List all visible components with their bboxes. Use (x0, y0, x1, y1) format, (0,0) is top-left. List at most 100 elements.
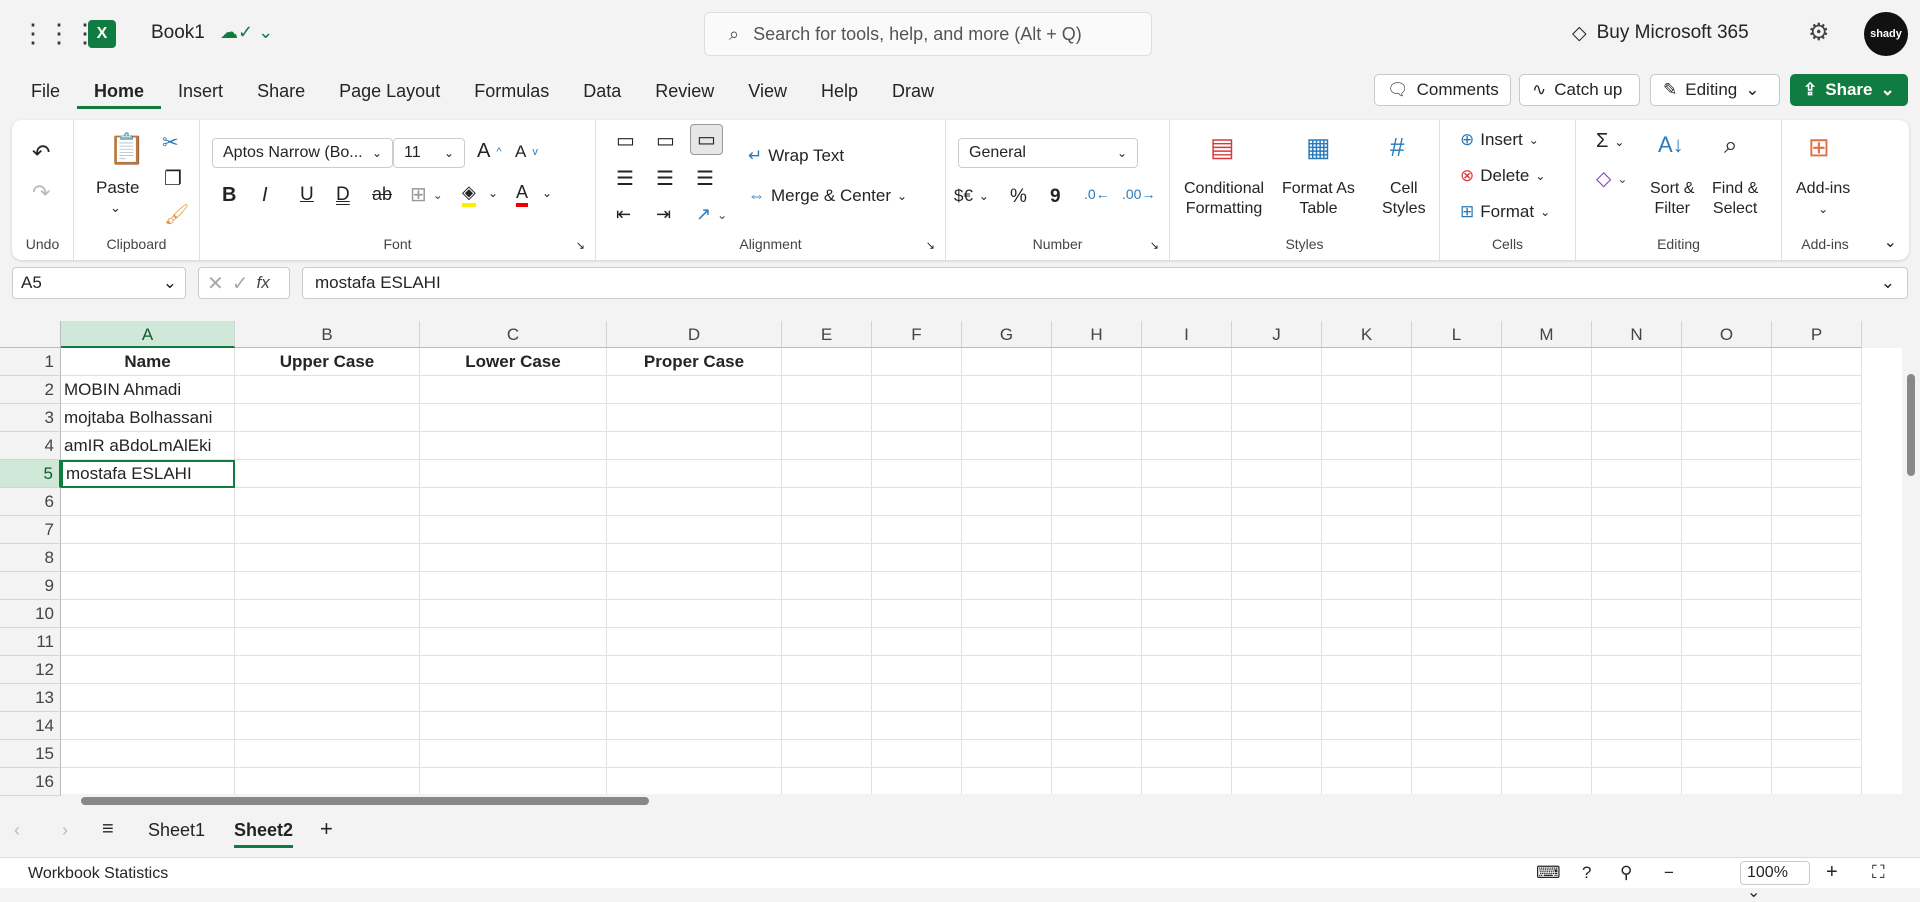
cell-P11[interactable] (1772, 628, 1862, 656)
cell-N9[interactable] (1592, 572, 1682, 600)
cell-D11[interactable] (607, 628, 782, 656)
strikethrough-button[interactable]: ab (372, 184, 392, 205)
cell-K11[interactable] (1322, 628, 1412, 656)
chevron-down-icon[interactable]: ⌄ (542, 186, 552, 200)
decrease-indent-icon[interactable]: ⇤ (616, 204, 631, 225)
buy-microsoft-365-button[interactable]: ◇ Buy Microsoft 365 (1572, 22, 1749, 45)
column-header-B[interactable]: B (235, 321, 420, 348)
cell-C2[interactable] (420, 376, 607, 404)
cell-O12[interactable] (1682, 656, 1772, 684)
cell-M13[interactable] (1502, 684, 1592, 712)
cell-L1[interactable] (1412, 348, 1502, 376)
cell-A12[interactable] (61, 656, 235, 684)
comments-button[interactable]: 🗨 Comments (1374, 74, 1511, 106)
cell-P1[interactable] (1772, 348, 1862, 376)
column-header-I[interactable]: I (1142, 321, 1232, 348)
cell-N16[interactable] (1592, 768, 1682, 794)
cell-N13[interactable] (1592, 684, 1682, 712)
cell-D14[interactable] (607, 712, 782, 740)
cell-B8[interactable] (235, 544, 420, 572)
cell-I4[interactable] (1142, 432, 1232, 460)
cell-J15[interactable] (1232, 740, 1322, 768)
format-as-table-icon[interactable]: ▦ (1306, 132, 1331, 163)
prev-sheet-icon[interactable]: ‹ (14, 820, 20, 841)
cell-H8[interactable] (1052, 544, 1142, 572)
tab-file[interactable]: File (14, 81, 77, 102)
fill-color-icon[interactable]: ◈ (462, 182, 476, 207)
column-header-L[interactable]: L (1412, 321, 1502, 348)
undo-icon[interactable]: ↶ (32, 140, 50, 166)
cell-A6[interactable] (61, 488, 235, 516)
font-color-button[interactable]: A (516, 182, 529, 207)
cell-K3[interactable] (1322, 404, 1412, 432)
format-as-table-button[interactable]: Format As Table (1282, 180, 1355, 218)
find-search-icon[interactable]: ⌕ (1724, 132, 1737, 160)
cell-P8[interactable] (1772, 544, 1862, 572)
column-header-O[interactable]: O (1682, 321, 1772, 348)
paste-dropdown-icon[interactable]: ⌄ (110, 200, 121, 216)
cell-D5[interactable] (607, 460, 782, 488)
cell-C9[interactable] (420, 572, 607, 600)
tab-share[interactable]: Share (240, 81, 322, 102)
sort-filter-icon[interactable]: A↓ (1658, 132, 1684, 158)
cell-N12[interactable] (1592, 656, 1682, 684)
name-box[interactable]: A5 ⌄ (12, 267, 186, 299)
avatar[interactable]: shady (1864, 12, 1908, 56)
column-header-K[interactable]: K (1322, 321, 1412, 348)
cell-G12[interactable] (962, 656, 1052, 684)
cell-K10[interactable] (1322, 600, 1412, 628)
cell-E14[interactable] (782, 712, 872, 740)
cell-B5[interactable] (235, 460, 420, 488)
tab-formulas[interactable]: Formulas (457, 81, 566, 102)
redo-icon[interactable]: ↷ (32, 180, 50, 206)
cell-H5[interactable] (1052, 460, 1142, 488)
cell-G7[interactable] (962, 516, 1052, 544)
cell-A10[interactable] (61, 600, 235, 628)
cell-H12[interactable] (1052, 656, 1142, 684)
cell-M9[interactable] (1502, 572, 1592, 600)
cell-P15[interactable] (1772, 740, 1862, 768)
cell-O3[interactable] (1682, 404, 1772, 432)
cell-M1[interactable] (1502, 348, 1592, 376)
cell-P6[interactable] (1772, 488, 1862, 516)
cell-F4[interactable] (872, 432, 962, 460)
row-header-16[interactable]: 16 (0, 768, 61, 796)
cell-O11[interactable] (1682, 628, 1772, 656)
cell-P9[interactable] (1772, 572, 1862, 600)
cell-I2[interactable] (1142, 376, 1232, 404)
currency-button[interactable]: $€ ⌄ (954, 186, 989, 206)
cell-O1[interactable] (1682, 348, 1772, 376)
feedback-icon[interactable]: ⚲ (1620, 863, 1632, 883)
cell-K16[interactable] (1322, 768, 1412, 794)
sheet-tab-sheet2[interactable]: Sheet2 (234, 820, 294, 848)
cell-G2[interactable] (962, 376, 1052, 404)
cell-A7[interactable] (61, 516, 235, 544)
cell-L3[interactable] (1412, 404, 1502, 432)
dialog-launcher-icon[interactable]: ↘ (1150, 239, 1159, 252)
search-box[interactable]: ⌕ Search for tools, help, and more (Alt … (704, 12, 1152, 56)
cell-K6[interactable] (1322, 488, 1412, 516)
row-header-3[interactable]: 3 (0, 404, 61, 432)
cell-D2[interactable] (607, 376, 782, 404)
cell-J8[interactable] (1232, 544, 1322, 572)
cell-H11[interactable] (1052, 628, 1142, 656)
italic-button[interactable]: I (262, 184, 268, 207)
cell-B6[interactable] (235, 488, 420, 516)
all-sheets-menu-icon[interactable]: ≡ (102, 818, 114, 841)
cell-A15[interactable] (61, 740, 235, 768)
cell-N1[interactable] (1592, 348, 1682, 376)
cell-M8[interactable] (1502, 544, 1592, 572)
cell-M2[interactable] (1502, 376, 1592, 404)
sort-filter-button[interactable]: Sort & Filter (1650, 180, 1694, 218)
cell-M14[interactable] (1502, 712, 1592, 740)
cell-C14[interactable] (420, 712, 607, 740)
cell-A5[interactable]: mostafa ESLAHI (61, 460, 235, 488)
cell-D16[interactable] (607, 768, 782, 794)
cell-A14[interactable] (61, 712, 235, 740)
cell-P12[interactable] (1772, 656, 1862, 684)
cell-J3[interactable] (1232, 404, 1322, 432)
copy-icon[interactable]: ❐ (164, 166, 182, 191)
row-header-13[interactable]: 13 (0, 684, 61, 712)
tab-page-layout[interactable]: Page Layout (322, 81, 457, 102)
cell-B9[interactable] (235, 572, 420, 600)
